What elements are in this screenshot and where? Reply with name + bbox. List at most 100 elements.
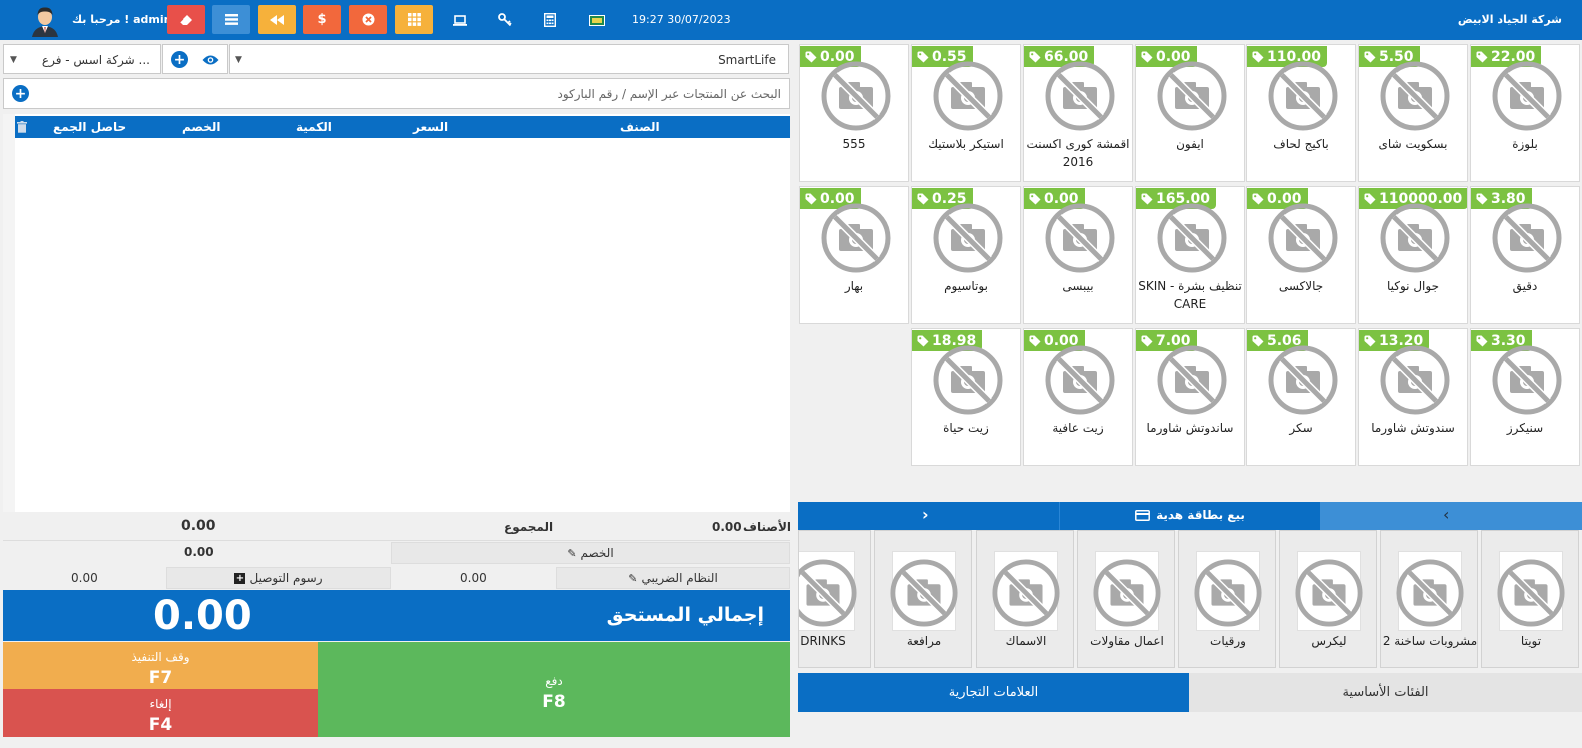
gift-card-label: بيع بطاقة هدية: [1156, 508, 1245, 522]
calculator-icon: [544, 13, 556, 27]
product-card[interactable]: 0.00 بهار: [799, 186, 909, 324]
product-card[interactable]: 3.80 دقيق: [1470, 186, 1580, 324]
search-input[interactable]: [44, 83, 781, 105]
tab-categories[interactable]: الفئات الأساسية: [1189, 673, 1582, 712]
product-card[interactable]: 7.00 ساندوتش شاورما: [1135, 328, 1245, 466]
eraser-icon: [179, 14, 192, 25]
product-card[interactable]: 0.00 555: [799, 44, 909, 182]
chevron-left-icon: ‹: [1443, 505, 1450, 524]
product-card[interactable]: 165.00 SKIN - تنظيف بشرة CARE: [1135, 186, 1245, 324]
dollar-button[interactable]: $: [303, 5, 341, 34]
add-customer-button[interactable]: +: [171, 51, 188, 68]
discount-button[interactable]: ✎ الخصم: [391, 542, 790, 564]
no-image-icon: [1044, 60, 1116, 132]
total-due-label: إجمالي المستحق: [606, 604, 764, 626]
user-avatar-icon[interactable]: [28, 3, 62, 37]
hold-label: وقف التنفيذ: [131, 650, 190, 664]
no-image-icon: [1156, 202, 1228, 274]
brand-image-frame: [1093, 551, 1161, 631]
brand-card[interactable]: الاسماك: [976, 530, 1074, 668]
discount-value: 0.00: [184, 545, 214, 559]
delivery-fee-button[interactable]: + رسوم التوصيل: [166, 567, 391, 589]
product-card[interactable]: 0.00 زيت عافية: [1023, 328, 1133, 466]
laptop-button[interactable]: [451, 11, 469, 29]
cancel-key: F4: [148, 715, 173, 735]
brand-card[interactable]: مرافعة: [874, 530, 972, 668]
brand-card[interactable]: اعمال مقاولات: [1077, 530, 1175, 668]
key-icon: [498, 13, 512, 27]
eraser-button[interactable]: [167, 5, 205, 34]
brand-card[interactable]: ورقيات: [1178, 530, 1276, 668]
brand-prev-button[interactable]: ‹: [1320, 502, 1582, 530]
product-card[interactable]: 110.00 باكيج لحاف: [1246, 44, 1356, 182]
product-card[interactable]: 0.25 بوتاسيوم: [911, 186, 1021, 324]
price-tag-icon: [1252, 51, 1264, 62]
edit-icon: ✎: [567, 546, 577, 560]
product-card[interactable]: 110000.00 جوال نوكيا: [1358, 186, 1468, 324]
key-button[interactable]: [496, 11, 514, 29]
branch-select-value: شركة اسس - فرع ...: [41, 53, 150, 67]
cart-table: حاصل الجمع الخصم الكمية السعر الصنف: [3, 114, 790, 512]
price-tag-icon: [917, 193, 929, 204]
trash-icon[interactable]: [17, 121, 27, 133]
product-card[interactable]: 5.50 بسكويت شاى: [1358, 44, 1468, 182]
tab-brands-label: العلامات التجارية: [948, 685, 1039, 700]
pay-button[interactable]: دفع F8: [318, 642, 790, 737]
brand-name: DRINKS: [800, 634, 846, 648]
edit-icon: ✎: [628, 571, 638, 585]
price-tag-icon: [1141, 51, 1153, 62]
cancel-label: إلغاء: [149, 697, 172, 711]
product-card[interactable]: 18.98 زيت حياة: [911, 328, 1021, 466]
total-due-bar: 0.00 إجمالي المستحق: [3, 590, 790, 641]
product-card[interactable]: 13.20 سندوتش شاورما: [1358, 328, 1468, 466]
delivery-value: 0.00: [71, 571, 98, 585]
price-tag-icon: [1029, 193, 1041, 204]
grid-button[interactable]: [395, 5, 433, 34]
chevron-right-icon: ›: [922, 505, 929, 524]
no-image-icon: [991, 558, 1061, 631]
tab-brands[interactable]: العلامات التجارية: [798, 673, 1189, 712]
product-name: اقمشة كورى اكسنت 2016: [1026, 137, 1130, 169]
product-card[interactable]: 3.30 سنيكرز: [1470, 328, 1580, 466]
product-card[interactable]: 0.55 استيكر بلاستيك: [911, 44, 1021, 182]
company-name: شركة الجياد الابيض: [1457, 13, 1562, 26]
add-product-button[interactable]: +: [12, 85, 29, 102]
brand-next-button[interactable]: ›: [798, 502, 1059, 530]
product-name: زيت حياة: [943, 421, 989, 435]
brand-name: ورقيات: [1210, 634, 1246, 648]
calculator-button[interactable]: [541, 11, 559, 29]
cancel-order-button[interactable]: [349, 5, 387, 34]
cash-drawer-button[interactable]: [588, 11, 606, 29]
gift-card-button[interactable]: بيع بطاقة هدية: [1059, 502, 1320, 530]
product-card[interactable]: 66.00 اقمشة كورى اكسنت 2016: [1023, 44, 1133, 182]
brand-card[interactable]: DRINKS: [798, 530, 871, 668]
brand-card[interactable]: مشروبات ساخنة 2: [1380, 530, 1478, 668]
total-due-value: 0.00: [153, 593, 252, 639]
no-image-icon: [1044, 202, 1116, 274]
price-tag-icon: [1364, 335, 1376, 346]
brand-card[interactable]: ليكرس: [1279, 530, 1377, 668]
product-card[interactable]: 0.00 ايفون: [1135, 44, 1245, 182]
pay-label: دفع: [545, 674, 563, 688]
pay-key: F8: [542, 692, 566, 712]
product-card[interactable]: 5.06 سكر: [1246, 328, 1356, 466]
product-card[interactable]: 22.00 بلوزة: [1470, 44, 1580, 182]
brand-name: ليكرس: [1311, 634, 1347, 648]
branch-select[interactable]: ▼ شركة اسس - فرع ...: [3, 44, 161, 74]
rewind-icon: [270, 14, 284, 25]
cancel-button[interactable]: إلغاء F4: [3, 689, 318, 737]
product-card[interactable]: 0.00 جالاكسى: [1246, 186, 1356, 324]
brand-card[interactable]: تويتا: [1481, 530, 1579, 668]
col-qty: الكمية: [296, 120, 332, 134]
tax-button[interactable]: ✎ النظام الضريبي: [556, 567, 790, 589]
eye-icon[interactable]: [202, 54, 219, 66]
rewind-button[interactable]: [258, 5, 296, 34]
hold-button[interactable]: وقف التنفيذ F7: [3, 642, 318, 689]
price-tag-icon: [805, 51, 817, 62]
customer-select[interactable]: ▼ SmartLife: [229, 44, 789, 74]
cart-header: حاصل الجمع الخصم الكمية السعر الصنف: [15, 116, 790, 138]
product-name: جوال نوكيا: [1386, 279, 1439, 293]
list-button[interactable]: [212, 5, 250, 34]
product-card[interactable]: 0.00 بيبسى: [1023, 186, 1133, 324]
brand-name: الاسماك: [1005, 634, 1047, 648]
